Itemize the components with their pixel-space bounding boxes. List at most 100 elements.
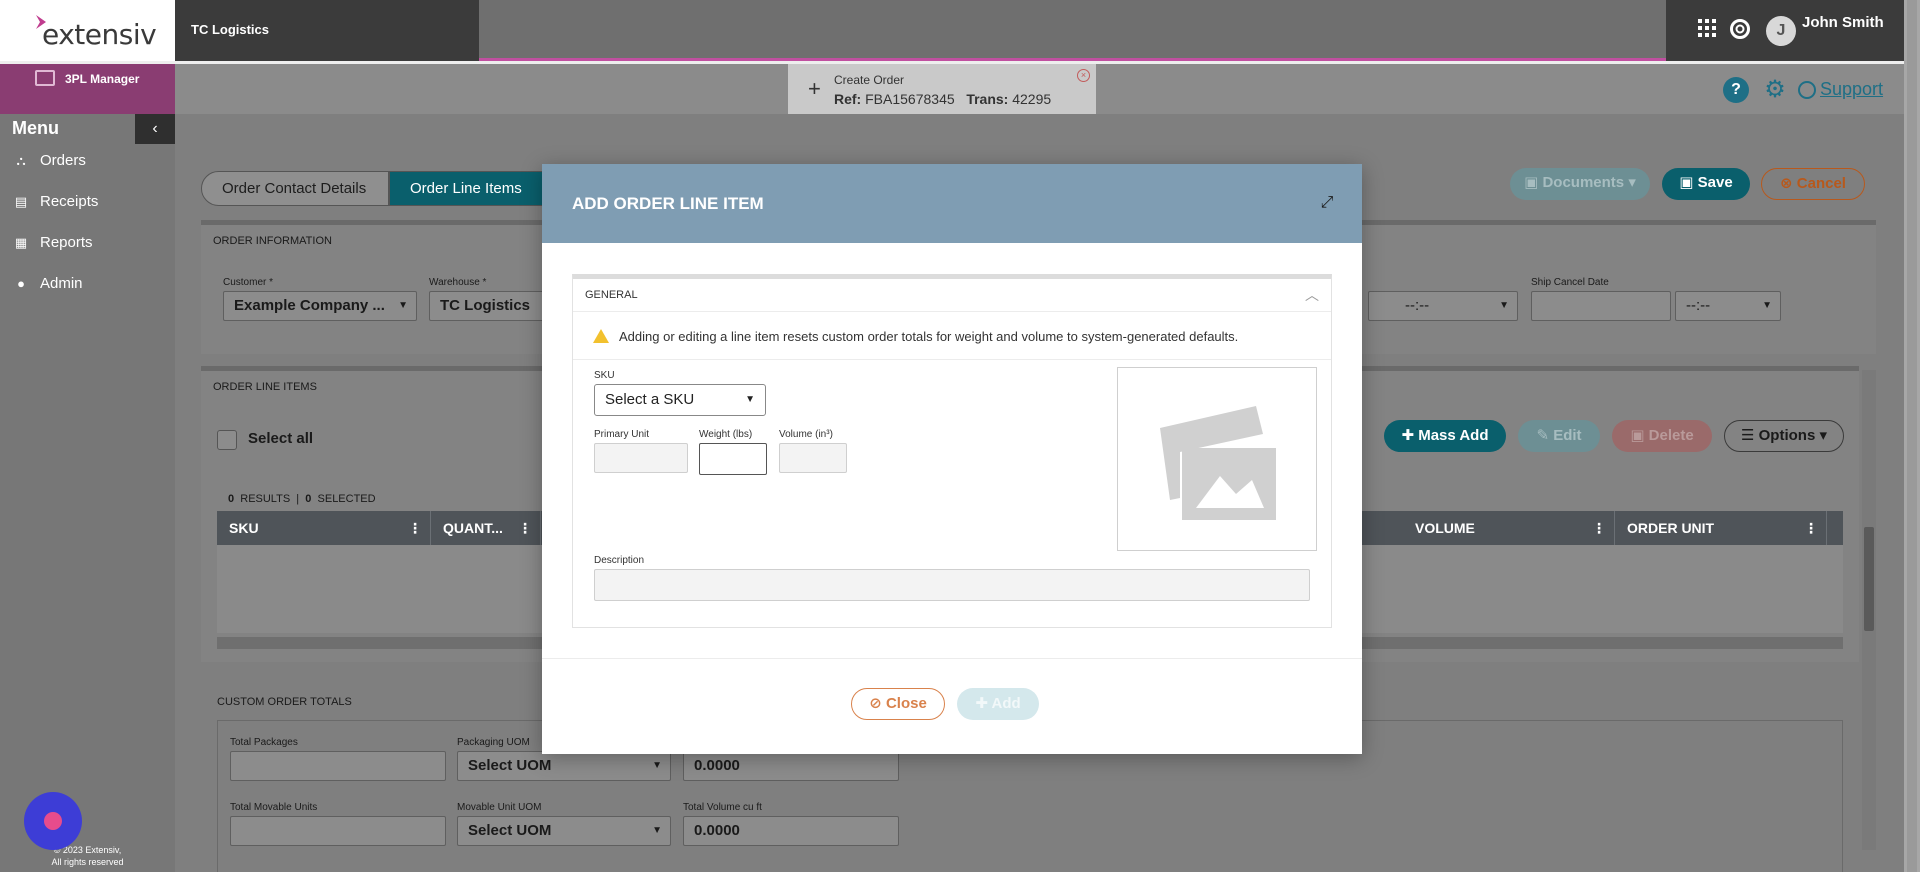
weight-input[interactable] [699, 443, 767, 475]
documents-button[interactable]: ▣ Documents ▾ [1510, 168, 1650, 200]
total-movable-label: Total Movable Units [230, 802, 318, 813]
modal-title: ADD ORDER LINE ITEM [572, 194, 764, 213]
copyright: © 2023 Extensiv, All rights reserved [51, 845, 124, 867]
app-label: 3PL Manager [65, 72, 140, 86]
packaging-uom-label: Packaging UOM [457, 737, 530, 748]
question-icon[interactable]: ? [1723, 77, 1749, 103]
expand-icon[interactable]: ⤢ [1318, 194, 1336, 212]
movable-uom-select[interactable]: Select UOM ▼ [457, 816, 671, 846]
time-select-2[interactable]: --:-- ▼ [1675, 291, 1781, 321]
movable-uom-label: Movable Unit UOM [457, 802, 542, 813]
description-input[interactable] [594, 569, 1310, 601]
primary-unit-input[interactable] [594, 443, 688, 473]
content-scrollbar-thumb[interactable] [1864, 527, 1874, 631]
warehouse-label: Warehouse * [429, 277, 487, 288]
section-title: GENERAL [585, 289, 638, 301]
company-switcher[interactable]: TC Logistics [175, 0, 479, 61]
order-tab-title: Create Order [834, 73, 905, 87]
sku-select[interactable]: Select a SKU ▼ [594, 384, 766, 416]
add-button[interactable]: ✚ Add [957, 688, 1039, 720]
warehouse-icon [35, 70, 55, 86]
globe-icon [1798, 81, 1816, 99]
tab-order-contact-details[interactable]: Order Contact Details [201, 171, 389, 206]
save-button[interactable]: ▣ Save [1662, 168, 1750, 200]
ban-icon: ⊘ [869, 695, 882, 712]
delete-button[interactable]: ▣ Delete [1612, 420, 1712, 452]
weight-label: Weight (lbs) [699, 429, 753, 440]
packaging-uom-select[interactable]: Select UOM ▼ [457, 751, 671, 781]
open-order-tab[interactable]: + Create Order Ref: FBA15678345 Trans: 4… [788, 64, 1096, 114]
select-all-label: Select all [248, 430, 314, 447]
panel-title: ORDER INFORMATION [213, 235, 332, 247]
sidebar-item-admin[interactable]: ● Admin [12, 275, 82, 299]
chevron-up-icon[interactable]: ︿ [1305, 285, 1319, 305]
document-icon: ▤ [14, 194, 28, 209]
results-summary: 0 RESULTS | 0 SELECTED [228, 493, 376, 505]
ship-cancel-date-input[interactable] [1531, 291, 1671, 321]
user-icon: ● [17, 276, 25, 291]
customer-select[interactable]: Example Company ... ▼ [223, 291, 417, 321]
add-order-line-item-modal: ADD ORDER LINE ITEM ⤢ GENERAL ︿ Adding o… [542, 164, 1362, 754]
report-icon: ▦ [14, 235, 28, 250]
sku-image-placeholder [1117, 367, 1317, 551]
volume-label: Volume (in³) [779, 429, 833, 440]
sidebar: Menu ‹ ⛬ Orders ▤ Receipts ▦ Reports ● Admin… [0, 114, 175, 872]
sidebar-item-reports[interactable]: ▦ Reports [12, 234, 93, 258]
chevron-left-icon[interactable]: ‹ [135, 114, 175, 144]
order-tab-refs: Ref: FBA15678345 Trans: 42295 [834, 91, 1052, 107]
total-weight-input[interactable]: 0.0000 [683, 751, 899, 781]
custom-totals-title: CUSTOM ORDER TOTALS [217, 696, 352, 708]
volume-input[interactable] [779, 443, 847, 473]
menu-label: Menu [12, 118, 59, 138]
cancel-button[interactable]: ⊗ Cancel [1761, 168, 1865, 200]
plus-icon: + [808, 76, 821, 101]
divider [573, 359, 1331, 360]
total-movable-input[interactable] [230, 816, 446, 846]
user-area: J John Smith [1666, 0, 1904, 61]
sidebar-item-orders[interactable]: ⛬ Orders [12, 152, 85, 176]
close-tab-icon[interactable]: × [1077, 69, 1090, 82]
page-scrollbar-thumb[interactable] [1907, 0, 1917, 872]
column-order-unit[interactable]: ORDER UNIT ⋮ [1615, 511, 1827, 545]
image-placeholder-icon [1160, 406, 1276, 520]
options-button[interactable]: ☰ Options ▾ [1724, 420, 1844, 452]
total-packages-label: Total Packages [230, 737, 298, 748]
modal-header: ADD ORDER LINE ITEM ⤢ [542, 164, 1362, 243]
support-link[interactable]: Support [1820, 79, 1883, 100]
sku-label: SKU [594, 370, 615, 381]
divider [573, 311, 1331, 312]
tab-order-line-items[interactable]: Order Line Items [389, 171, 549, 206]
primary-unit-label: Primary Unit [594, 429, 650, 440]
company-name: TC Logistics [191, 22, 270, 37]
total-volume-label: Total Volume cu ft [683, 802, 762, 813]
ship-cancel-label: Ship Cancel Date [1531, 277, 1609, 288]
time-select-1[interactable]: --:-- ▼ [1368, 291, 1518, 321]
sitemap-icon: ⛬ [16, 153, 26, 168]
apps-grid-icon[interactable] [1696, 19, 1718, 41]
gear-icon[interactable]: ⚙ [1762, 77, 1788, 103]
warning-message: Adding or editing a line item resets cus… [593, 329, 1238, 344]
warehouse-select[interactable]: TC Logistics [429, 291, 549, 321]
help-lifebuoy-icon[interactable] [1729, 19, 1751, 41]
column-sku[interactable]: SKU ⋮ [217, 511, 431, 545]
mass-add-button[interactable]: ✚ Mass Add [1384, 420, 1506, 452]
logo[interactable]: extensiv [0, 0, 175, 61]
close-button[interactable]: ⊘ Close [851, 688, 945, 720]
panel-title: ORDER LINE ITEMS [213, 381, 317, 393]
divider [542, 658, 1362, 659]
total-volume-input[interactable]: 0.0000 [683, 816, 899, 846]
plus-icon: ✚ [975, 695, 988, 712]
sidebar-item-receipts[interactable]: ▤ Receipts [12, 193, 99, 217]
column-volume[interactable]: VOLUME ⋮ [1403, 511, 1615, 545]
total-packages-input[interactable] [230, 751, 446, 781]
general-section: GENERAL ︿ Adding or editing a line item … [572, 274, 1332, 628]
logo-text: extensiv [42, 18, 157, 51]
edit-button[interactable]: ✎ Edit [1518, 420, 1600, 452]
user-name[interactable]: John Smith [1802, 14, 1884, 31]
avatar[interactable]: J [1766, 16, 1796, 46]
chat-launcher-button[interactable] [24, 792, 82, 850]
column-quantity[interactable]: QUANT... ⋮ [431, 511, 541, 545]
select-all-checkbox[interactable] [217, 430, 237, 450]
app-switcher[interactable]: 3PL Manager [0, 64, 175, 114]
menu-header: Menu ‹ [0, 114, 175, 144]
